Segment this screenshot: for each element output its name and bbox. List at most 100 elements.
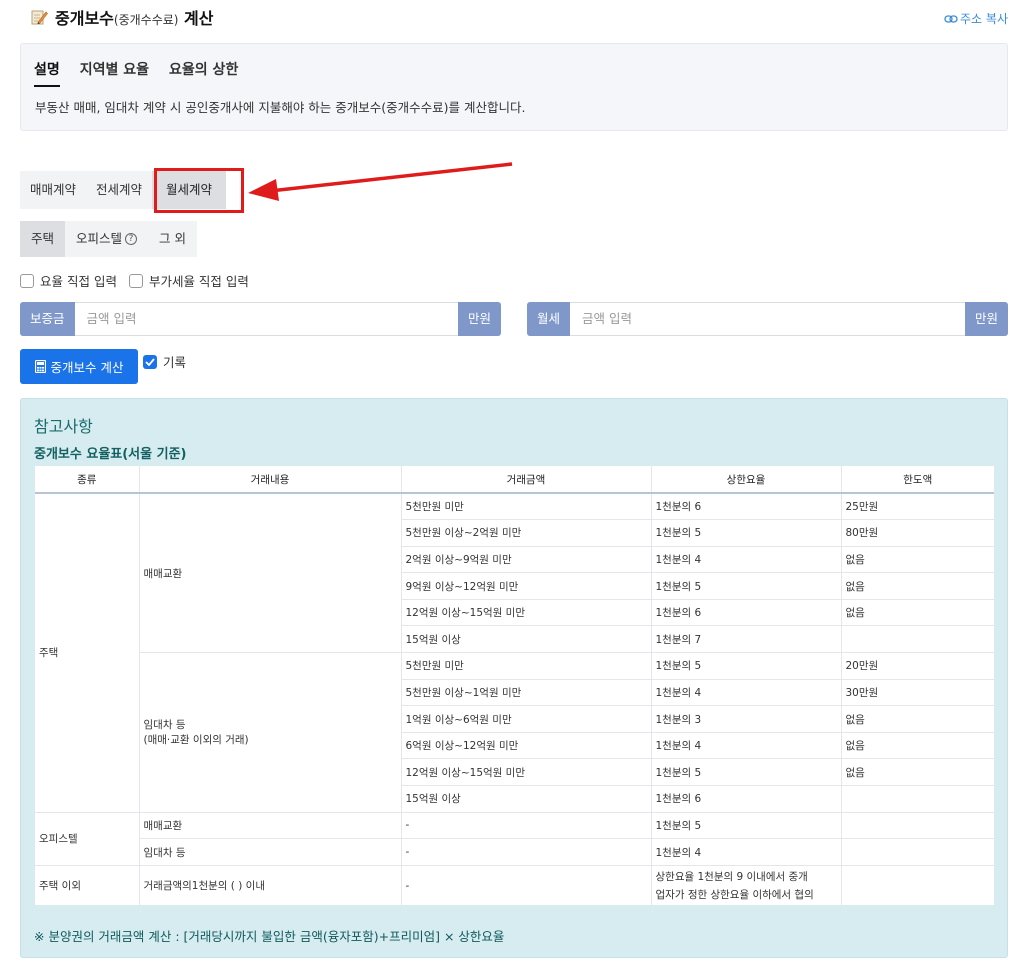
rate-table: 종류 거래내용 거래금액 상한요율 한도액 주택 매매교환 5천만원 미만 1천분의 … — [35, 466, 994, 906]
rate-cell: 1천분의 3 — [650, 705, 841, 733]
amount-cell: 12억원 이상~15억원 미만 — [400, 758, 651, 786]
table-row: 주택 매매교환 5천만원 미만 1천분의 6 25만원 — [35, 492, 994, 813]
check-icon — [145, 357, 155, 366]
tab-other[interactable]: 그 외 — [148, 221, 197, 257]
rate-cell: 1천분의 4 — [650, 731, 841, 759]
calculate-button[interactable]: 중개보수 계산 — [20, 349, 138, 384]
deposit-input-group: 보증금 금액 입력 만원 — [20, 302, 501, 336]
col-header-content: 거래내용 — [138, 466, 401, 494]
limit-cell — [840, 785, 994, 813]
amount-cell: 5천만원 이상~2억원 미만 — [400, 519, 651, 547]
rent-input-group: 월세 금액 입력 만원 — [527, 302, 1008, 336]
type-other: 주택 이외 — [35, 864, 139, 906]
amount-cell: 5천만원 이상~1억원 미만 — [400, 678, 651, 706]
tab-rate-limits[interactable]: 요율의 상한 — [169, 59, 238, 87]
rate-note-line1: 상한요율 1천분의 9 이내에서 중개 — [655, 871, 808, 884]
tab-officetel-label: 오피스텔 — [76, 231, 123, 246]
help-icon[interactable]: ? — [125, 233, 138, 245]
limit-cell: 없음 — [840, 572, 994, 600]
rate-note-line2: 업자가 정한 상한요율 이하에서 협의 — [655, 889, 814, 902]
reference-panel: 참고사항 중개보수 요율표(서울 기준) 종류 거래내용 거래금액 상한요율 한… — [20, 398, 1008, 958]
tab-jeonse-contract[interactable]: 전세계약 — [86, 171, 152, 209]
limit-cell — [840, 625, 994, 653]
limit-cell: 20만원 — [840, 652, 994, 680]
amount-cell: 9억원 이상~12억원 미만 — [400, 572, 651, 600]
amount-cell: - — [400, 838, 651, 866]
rate-table-title: 중개보수 요율표(서울 기준) — [34, 447, 187, 462]
content-lease-line1: 임대차 등 — [143, 719, 186, 732]
amount-cell: 12억원 이상~15억원 미만 — [400, 598, 651, 626]
content-cell: 거래금액의1천분의 ( ) 이내 — [138, 864, 401, 906]
col-header-amount: 거래금액 — [400, 466, 651, 494]
limit-cell: 없음 — [840, 705, 994, 733]
tab-officetel[interactable]: 오피스텔? — [65, 221, 148, 257]
content-cell: 매매교환 — [138, 811, 401, 839]
custom-rate-checkbox[interactable] — [20, 273, 34, 288]
custom-rate-label: 요율 직접 입력 — [40, 274, 117, 289]
tab-housing[interactable]: 주택 — [20, 221, 66, 257]
info-panel: 설명 지역별 요율 요율의 상한 부동산 매매, 임대차 계약 시 공인중개사에… — [20, 43, 1008, 131]
tab-sale-contract[interactable]: 매매계약 — [20, 171, 86, 209]
amount-cell: 2억원 이상~9억원 미만 — [400, 545, 651, 573]
presale-note: ※ 분양권의 거래금액 계산 : [거래당시까지 불입한 금액(융자포함)+프리… — [34, 929, 505, 944]
table-row: 임대차 등 (매매·교환 이외의 거래) 5천만원 미만 1천분의 5 20만원 — [35, 652, 994, 813]
rent-input[interactable]: 금액 입력 — [570, 302, 965, 336]
amount-cell: - — [400, 811, 651, 839]
table-row: 임대차 등 -1천분의 4 — [35, 838, 994, 866]
memo-pencil-icon — [31, 10, 48, 25]
deposit-unit: 만원 — [457, 302, 501, 336]
table-row: 주택 이외 거래금액의1천분의 ( ) 이내 - 상한요율 1천분의 9 이내에서 중… — [35, 864, 994, 906]
reference-title: 참고사항 — [34, 417, 93, 436]
rate-cell: 1천분의 4 — [650, 678, 841, 706]
copy-address-link[interactable]: 주소 복사 — [944, 10, 1008, 27]
limit-cell: 없음 — [840, 545, 994, 573]
custom-rate-option[interactable]: 요율 직접 입력 — [20, 271, 117, 290]
calculator-icon — [34, 360, 46, 373]
deposit-input[interactable]: 금액 입력 — [74, 302, 458, 336]
content-lease: 임대차 등 (매매·교환 이외의 거래) — [138, 652, 401, 813]
custom-vat-checkbox[interactable] — [128, 273, 143, 288]
limit-cell — [840, 864, 994, 906]
rate-cell: 1천분의 7 — [650, 625, 841, 653]
copy-link-label[interactable]: 주소 복사 — [960, 10, 1008, 27]
tab-regional-rates[interactable]: 지역별 요율 — [80, 59, 149, 87]
rate-cell: 1천분의 6 — [650, 598, 841, 626]
highlight-box — [154, 168, 244, 213]
link-icon — [944, 14, 958, 23]
page-header: 중개보수(중개수수료) 계산 — [30, 6, 214, 28]
limit-cell: 25만원 — [840, 492, 994, 520]
option-checkboxes: 요율 직접 입력 부가세율 직접 입력 — [20, 271, 249, 290]
rate-cell: 1천분의 4 — [650, 838, 841, 866]
info-tabs: 설명 지역별 요율 요율의 상한 — [34, 59, 238, 87]
content-lease-line2: (매매·교환 이외의 거래) — [143, 734, 249, 747]
tab-description[interactable]: 설명 — [34, 59, 60, 87]
custom-vat-label: 부가세율 직접 입력 — [148, 274, 249, 289]
record-label: 기록 — [163, 355, 187, 370]
rate-cell: 1천분의 5 — [650, 572, 841, 600]
amount-cell: 5천만원 미만 — [400, 492, 651, 520]
col-header-type: 종류 — [35, 466, 139, 494]
limit-cell: 30만원 — [840, 678, 994, 706]
rate-cell: 1천분의 4 — [650, 545, 841, 573]
limit-cell: 없음 — [840, 758, 994, 786]
limit-cell: 없음 — [840, 731, 994, 759]
record-checkbox[interactable] — [143, 354, 157, 369]
limit-cell: 80만원 — [840, 519, 994, 547]
record-option[interactable]: 기록 — [143, 352, 186, 371]
amount-cell: 15억원 이상 — [400, 625, 651, 653]
calculate-button-label: 중개보수 계산 — [50, 360, 124, 375]
custom-vat-option[interactable]: 부가세율 직접 입력 — [128, 271, 249, 290]
rate-cell: 1천분의 6 — [650, 785, 841, 813]
rate-cell: 1천분의 5 — [650, 519, 841, 547]
content-sale: 매매교환 — [138, 492, 401, 653]
rate-cell: 1천분의 6 — [650, 492, 841, 520]
table-row: 오피스텔 매매교환 -1천분의 5 — [35, 811, 994, 866]
amount-cell: 1억원 이상~6억원 미만 — [400, 705, 651, 733]
content-cell: 임대차 등 — [138, 838, 401, 866]
red-arrow-annotation — [248, 162, 513, 201]
limit-cell: 없음 — [840, 598, 994, 626]
limit-cell — [840, 838, 994, 866]
rate-cell: 1천분의 5 — [650, 758, 841, 786]
rent-label: 월세 — [527, 302, 571, 336]
col-header-rate: 상한요율 — [650, 466, 841, 494]
